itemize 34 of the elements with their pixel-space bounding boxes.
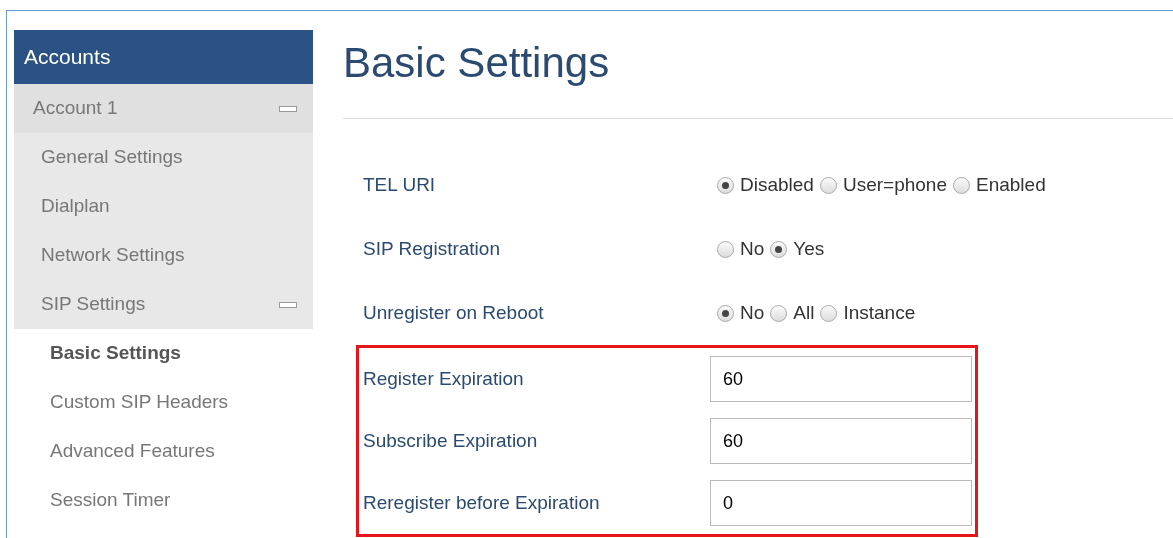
setting-label: Reregister before Expiration bbox=[363, 490, 601, 515]
setting-label: TEL URI bbox=[363, 172, 437, 197]
sidebar-item[interactable]: Network Settings bbox=[14, 231, 313, 280]
radio-label: Enabled bbox=[976, 172, 1046, 197]
radio-label: No bbox=[740, 236, 765, 261]
setting-label: SIP Registration bbox=[363, 236, 501, 261]
radio-button[interactable] bbox=[717, 176, 734, 194]
input-field[interactable]: 60 bbox=[710, 418, 972, 464]
radio-button[interactable] bbox=[819, 176, 837, 194]
radio-label: User=phone bbox=[842, 172, 947, 197]
radio-button[interactable] bbox=[770, 304, 788, 322]
sidebar-item[interactable]: Dialplan bbox=[14, 182, 313, 231]
radio-button[interactable] bbox=[953, 176, 970, 194]
input-field[interactable]: 60 bbox=[710, 356, 972, 402]
sidebar-item[interactable]: Account 1 bbox=[14, 84, 313, 133]
radio-button[interactable] bbox=[820, 304, 838, 322]
radio-label: Disabled bbox=[740, 172, 814, 197]
sidebar-header: Accounts bbox=[14, 30, 313, 84]
radio-button[interactable] bbox=[717, 240, 734, 258]
radio-label: No bbox=[740, 300, 765, 325]
setting-label: Subscribe Expiration bbox=[363, 428, 539, 453]
radio-button[interactable] bbox=[770, 240, 788, 258]
radio-label: All bbox=[793, 300, 815, 325]
sidebar-item[interactable]: SIP Settings bbox=[14, 280, 313, 329]
setting-label: Register Expiration bbox=[363, 366, 525, 391]
sidebar-item[interactable]: General Settings bbox=[14, 133, 313, 182]
radio-label: Yes bbox=[793, 236, 825, 261]
collapse-icon[interactable] bbox=[279, 105, 297, 112]
radio-button[interactable] bbox=[717, 304, 734, 322]
setting-label: Unregister on Reboot bbox=[363, 300, 545, 325]
collapse-icon[interactable] bbox=[279, 301, 297, 308]
radio-label: Instance bbox=[843, 300, 916, 325]
input-field[interactable]: 0 bbox=[710, 480, 972, 526]
page-title: Basic Settings bbox=[343, 38, 611, 88]
